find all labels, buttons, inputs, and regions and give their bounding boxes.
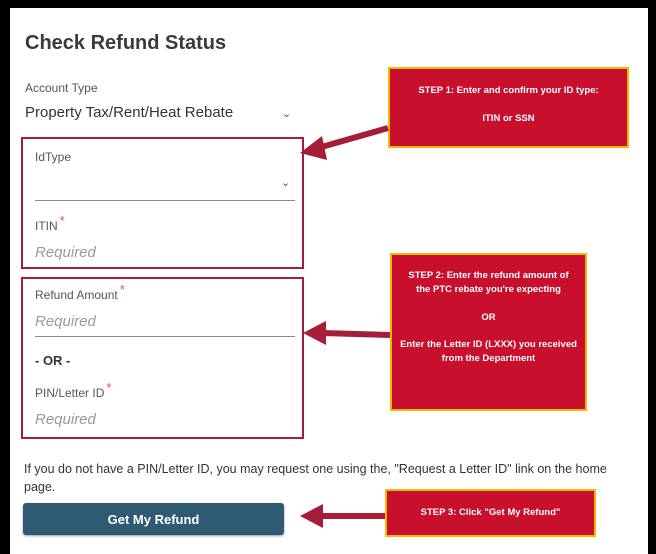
arrow-left-icon	[300, 504, 385, 528]
